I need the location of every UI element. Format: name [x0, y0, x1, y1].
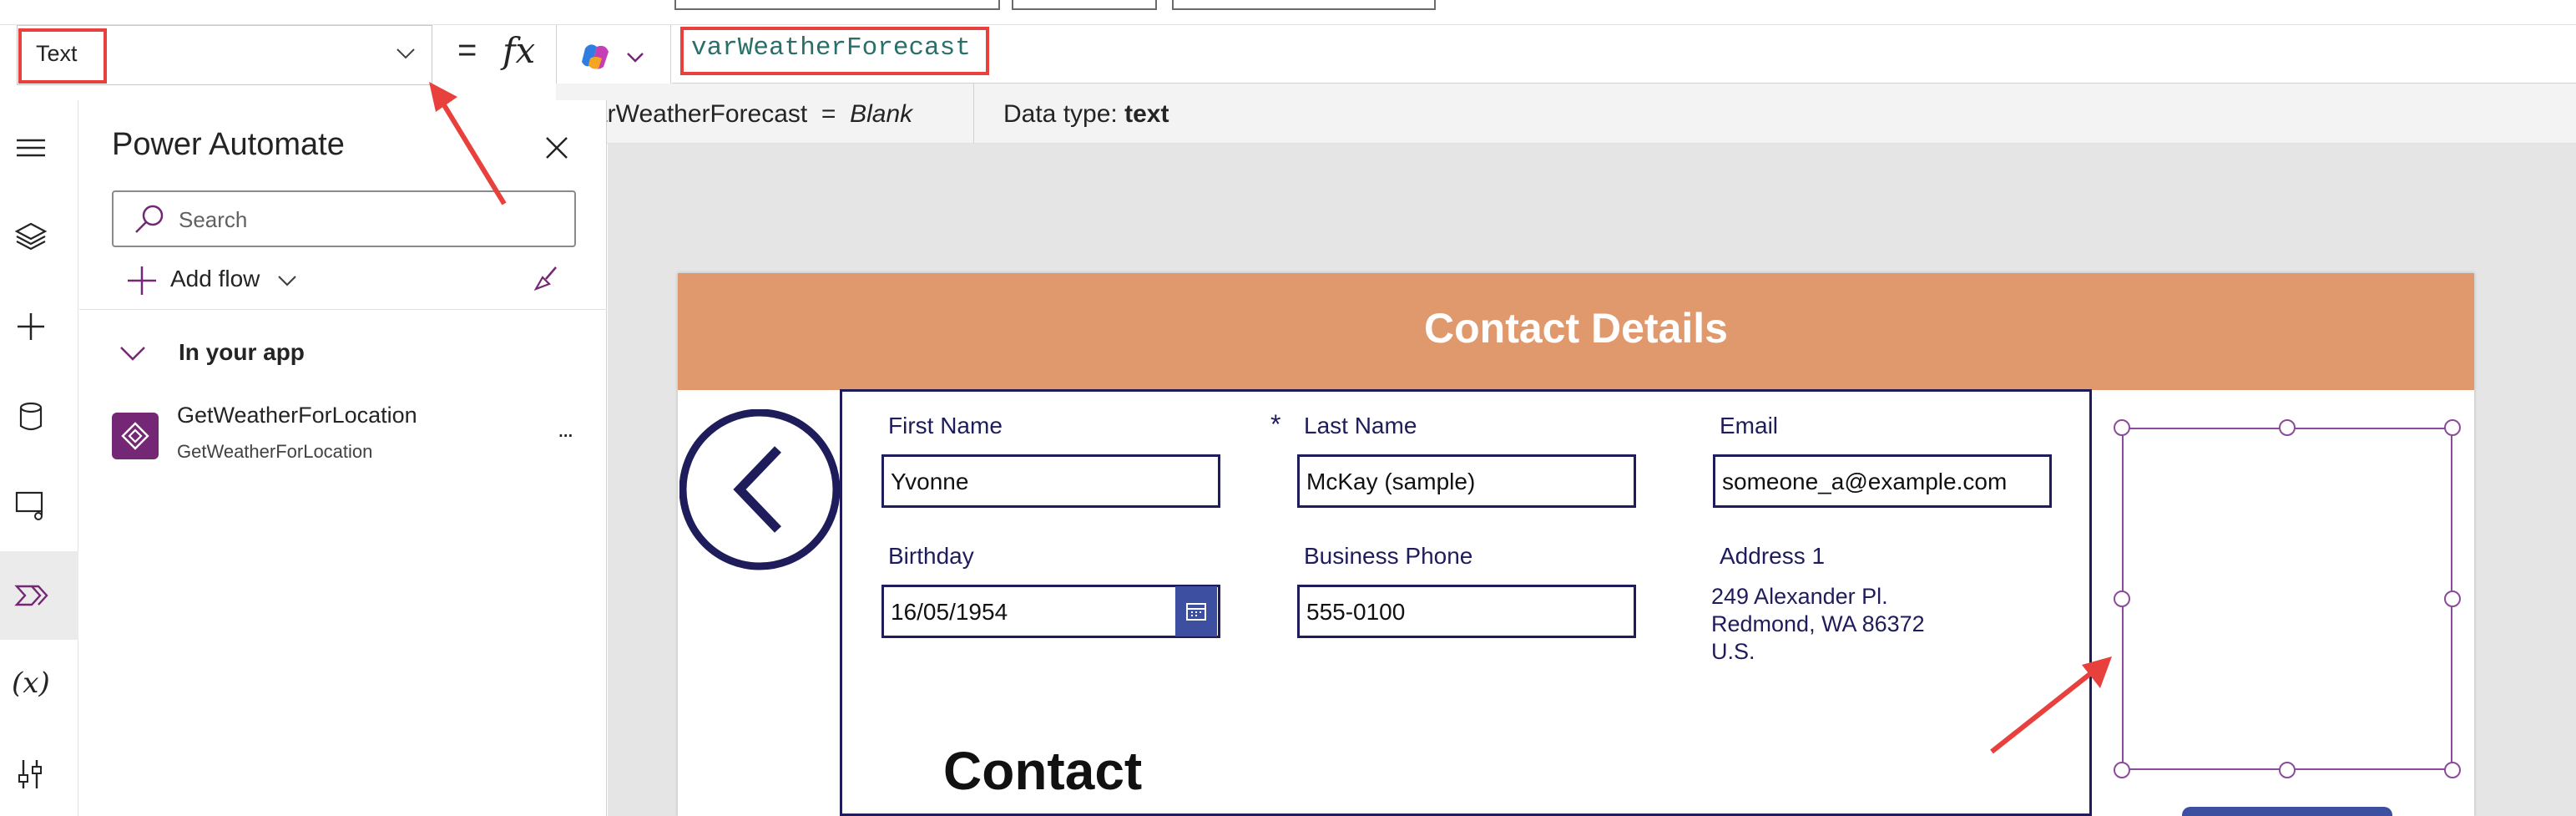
submit-button[interactable]: [2182, 807, 2392, 816]
data-type-label: Data type:: [1003, 100, 1118, 128]
insert-icon[interactable]: [13, 309, 48, 344]
add-icon: [128, 266, 156, 295]
power-automate-logo-icon: [121, 422, 149, 450]
resize-handle-top-right[interactable]: [2444, 419, 2461, 436]
copilot-icon: [582, 44, 609, 69]
layers-icon[interactable]: [13, 219, 48, 254]
resize-handle-left[interactable]: [2114, 590, 2130, 607]
toolbar-control-3[interactable]: [1172, 0, 1436, 10]
chevron-down-icon[interactable]: [119, 339, 147, 367]
media-icon[interactable]: [13, 488, 48, 523]
fx-icon: fx: [503, 30, 536, 71]
email-label: Email: [1720, 413, 1779, 438]
result-divider: [973, 84, 974, 144]
resize-handle-bottom-left[interactable]: [2114, 762, 2130, 778]
flow-item-name[interactable]: GetWeatherForLocation: [177, 403, 417, 428]
business-phone-value: 555-0100: [1306, 599, 1406, 625]
chevron-down-icon: [627, 53, 644, 63]
first-name-label: First Name: [888, 413, 1003, 438]
selected-label-control[interactable]: [2122, 428, 2452, 770]
resize-handle-bottom[interactable]: [2279, 762, 2296, 778]
birthday-value: 16/05/1954: [891, 599, 1008, 625]
close-icon[interactable]: [543, 134, 571, 162]
contact-heading: Contact: [943, 741, 1143, 801]
data-type-value: text: [1124, 100, 1169, 128]
variables-icon[interactable]: (𝑥): [12, 666, 50, 700]
power-automate-icon[interactable]: [13, 578, 48, 613]
formula-result: varWeatherForecast = Blank: [581, 100, 912, 129]
property-annotation-box: [18, 28, 107, 84]
chevron-down-icon[interactable]: [275, 269, 299, 292]
flow-item-subtitle: GetWeatherForLocation: [177, 441, 373, 462]
add-flow-button[interactable]: Add flow: [170, 266, 260, 292]
address-line-1: 249 Alexander Pl.: [1711, 584, 1888, 609]
toolbar-control-2[interactable]: [1012, 0, 1157, 10]
last-name-input[interactable]: McKay (sample): [1297, 454, 1636, 508]
left-nav-rail: [0, 100, 78, 816]
address1-label: Address 1: [1720, 543, 1826, 569]
required-indicator: *: [1270, 409, 1281, 439]
calendar-button[interactable]: [1175, 586, 1217, 636]
resize-handle-top-left[interactable]: [2114, 419, 2130, 436]
address1-value: 249 Alexander Pl. Redmond, WA 86372 U.S.: [1711, 583, 1925, 666]
pane-title: Power Automate: [112, 127, 345, 162]
flow-icon: [112, 413, 159, 459]
menu-icon[interactable]: [13, 130, 48, 165]
search-placeholder: Search: [179, 207, 248, 232]
last-name-label: Last Name: [1304, 413, 1417, 438]
search-icon: [135, 205, 164, 233]
chevron-down-icon: [397, 48, 415, 59]
first-name-value: Yvonne: [891, 469, 969, 494]
calendar-icon: [1186, 603, 1206, 621]
result-value: Blank: [850, 100, 913, 128]
business-phone-label: Business Phone: [1304, 543, 1473, 569]
data-type-info: Data type: text: [1003, 100, 1169, 129]
address-line-3: U.S.: [1711, 639, 1755, 664]
result-equals: =: [821, 100, 836, 128]
resize-handle-bottom-right[interactable]: [2444, 762, 2461, 778]
more-options-button[interactable]: ...: [558, 416, 573, 443]
back-arrow-icon[interactable]: [679, 409, 843, 573]
email-value: someone_a@example.com: [1722, 469, 2008, 494]
resize-handle-top[interactable]: [2279, 419, 2296, 436]
first-name-input[interactable]: Yvonne: [881, 454, 1220, 508]
formula-annotation-box: [680, 27, 989, 75]
result-variable-name: varWeatherForecast: [581, 100, 808, 128]
birthday-label: Birthday: [888, 543, 974, 569]
copilot-button[interactable]: [556, 25, 671, 84]
screen-title: Contact Details: [1424, 305, 1728, 352]
pane-divider: [79, 309, 607, 310]
email-input[interactable]: someone_a@example.com: [1713, 454, 2052, 508]
tools-icon[interactable]: [13, 757, 48, 792]
last-name-value: McKay (sample): [1306, 469, 1476, 494]
business-phone-input[interactable]: 555-0100: [1297, 585, 1636, 638]
in-your-app-section-label: In your app: [179, 339, 305, 365]
birthday-date-picker[interactable]: 16/05/1954: [881, 585, 1220, 638]
data-icon[interactable]: [13, 399, 48, 434]
top-toolbar-strip: [0, 0, 2576, 25]
address-line-2: Redmond, WA 86372: [1711, 611, 1925, 636]
resize-handle-right[interactable]: [2444, 590, 2461, 607]
formula-equals-sign: =: [457, 32, 477, 68]
broom-icon[interactable]: [531, 264, 561, 294]
toolbar-control-1[interactable]: [674, 0, 1000, 10]
